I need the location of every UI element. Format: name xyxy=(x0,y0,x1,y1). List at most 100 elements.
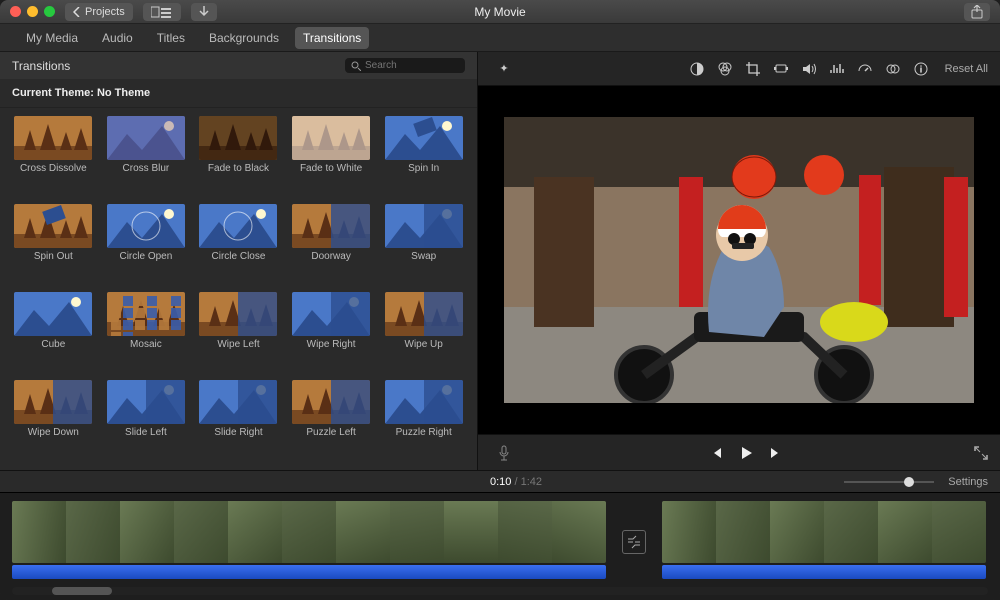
playback-controls xyxy=(478,434,1000,470)
transition-spin-in[interactable]: Spin In xyxy=(382,116,465,198)
zoom-slider[interactable] xyxy=(844,481,934,483)
color-balance-icon[interactable] xyxy=(686,58,708,80)
reset-all-button[interactable]: Reset All xyxy=(945,63,988,75)
fullscreen-button[interactable] xyxy=(974,446,988,460)
volume-icon[interactable] xyxy=(798,58,820,80)
transition-puzzle-left[interactable]: Puzzle Left xyxy=(290,380,373,462)
transition-circle-close[interactable]: Circle Close xyxy=(197,204,280,286)
clip-2[interactable] xyxy=(662,501,986,579)
transition-thumb xyxy=(199,380,277,424)
transition-puzzle-right[interactable]: Puzzle Right xyxy=(382,380,465,462)
transition-wipe-up[interactable]: Wipe Up xyxy=(382,292,465,374)
viewer-panel: ✦ Reset All xyxy=(478,52,1000,470)
share-button[interactable] xyxy=(964,3,990,21)
transition-wipe-right[interactable]: Wipe Right xyxy=(290,292,373,374)
transition-thumb xyxy=(385,116,463,160)
theme-label: Current Theme: No Theme xyxy=(0,79,477,108)
transition-label: Wipe Up xyxy=(405,339,443,350)
noise-reduction-icon[interactable] xyxy=(826,58,848,80)
transition-swap[interactable]: Swap xyxy=(382,204,465,286)
stabilization-icon[interactable] xyxy=(770,58,792,80)
current-time: 0:10 xyxy=(490,476,511,488)
transition-label: Doorway xyxy=(311,251,350,262)
viewer-toolbar: ✦ Reset All xyxy=(478,52,1000,86)
prev-frame-button[interactable] xyxy=(706,443,726,463)
import-button[interactable] xyxy=(191,3,217,21)
clip-1[interactable] xyxy=(12,501,606,579)
back-label: Projects xyxy=(85,6,125,18)
transition-wipe-left[interactable]: Wipe Left xyxy=(197,292,280,374)
clip-filter-icon[interactable] xyxy=(882,58,904,80)
next-frame-button[interactable] xyxy=(766,443,786,463)
audio-track-2[interactable] xyxy=(662,565,986,579)
time-row: 0:10 / 1:42 Settings xyxy=(0,470,1000,492)
tab-audio[interactable]: Audio xyxy=(94,27,141,49)
panel-header: Transitions xyxy=(0,52,477,79)
browser-panel: Transitions Current Theme: No Theme Cros… xyxy=(0,52,478,470)
search-input[interactable] xyxy=(365,60,459,71)
transition-thumb xyxy=(14,292,92,336)
zoom-window-button[interactable] xyxy=(44,6,55,17)
transition-wipe-down[interactable]: Wipe Down xyxy=(12,380,95,462)
transition-label: Wipe Left xyxy=(217,339,259,350)
back-to-projects-button[interactable]: Projects xyxy=(65,3,133,21)
transition-fade-to-black[interactable]: Fade to Black xyxy=(197,116,280,198)
window-title: My Movie xyxy=(474,5,525,19)
play-button[interactable] xyxy=(736,443,756,463)
transition-fade-to-white[interactable]: Fade to White xyxy=(290,116,373,198)
tab-backgrounds[interactable]: Backgrounds xyxy=(201,27,287,49)
transition-label: Wipe Right xyxy=(307,339,356,350)
playhead-time: 0:10 / 1:42 xyxy=(490,476,542,488)
speed-icon[interactable] xyxy=(854,58,876,80)
transition-doorway[interactable]: Doorway xyxy=(290,204,373,286)
transition-cube[interactable]: Cube xyxy=(12,292,95,374)
info-icon[interactable] xyxy=(910,58,932,80)
transition-label: Circle Open xyxy=(119,251,172,262)
transition-label: Mosaic xyxy=(130,339,162,350)
voiceover-icon[interactable] xyxy=(493,442,515,464)
search-field[interactable] xyxy=(345,58,465,73)
transition-label: Spin Out xyxy=(34,251,73,262)
minimize-window-button[interactable] xyxy=(27,6,38,17)
transitions-grid: Cross DissolveCross Blur Fade to Black Fad… xyxy=(0,108,477,470)
transition-thumb xyxy=(292,204,370,248)
transition-circle-open[interactable]: Circle Open xyxy=(105,204,188,286)
transition-thumb xyxy=(199,116,277,160)
transition-label: Slide Left xyxy=(125,427,167,438)
tab-transitions[interactable]: Transitions xyxy=(295,27,369,49)
duration: 1:42 xyxy=(521,476,542,488)
enhance-icon[interactable]: ✦ xyxy=(493,58,515,80)
transition-cross-dissolve[interactable]: Cross Dissolve xyxy=(12,116,95,198)
transition-slide-left[interactable]: Slide Left xyxy=(105,380,188,462)
titlebar: Projects My Movie xyxy=(0,0,1000,24)
transition-thumb xyxy=(14,116,92,160)
transition-label: Slide Right xyxy=(214,427,262,438)
transition-label: Puzzle Left xyxy=(306,427,355,438)
transition-thumb xyxy=(107,116,185,160)
library-list-toggle[interactable] xyxy=(143,3,181,21)
transition-thumb xyxy=(385,380,463,424)
audio-track-1[interactable] xyxy=(12,565,606,579)
tab-my-media[interactable]: My Media xyxy=(18,27,86,49)
transition-thumb xyxy=(292,380,370,424)
timeline-scrollbar[interactable] xyxy=(12,587,988,595)
transition-spin-out[interactable]: Spin Out xyxy=(12,204,95,286)
panel-title: Transitions xyxy=(12,59,70,73)
transition-marker[interactable] xyxy=(622,530,646,554)
transition-label: Spin In xyxy=(408,163,439,174)
crop-icon[interactable] xyxy=(742,58,764,80)
transition-thumb xyxy=(107,204,185,248)
transition-thumb xyxy=(107,380,185,424)
search-icon xyxy=(351,61,361,71)
close-window-button[interactable] xyxy=(10,6,21,17)
settings-button[interactable]: Settings xyxy=(948,476,988,488)
transition-label: Fade to Black xyxy=(208,163,269,174)
color-correction-icon[interactable] xyxy=(714,58,736,80)
transition-slide-right[interactable]: Slide Right xyxy=(197,380,280,462)
preview-frame[interactable] xyxy=(504,117,974,403)
transition-cross-blur[interactable]: Cross Blur xyxy=(105,116,188,198)
transition-thumb xyxy=(199,292,277,336)
timeline[interactable] xyxy=(0,492,1000,600)
tab-titles[interactable]: Titles xyxy=(149,27,193,49)
transition-mosaic[interactable]: Mosaic xyxy=(105,292,188,374)
